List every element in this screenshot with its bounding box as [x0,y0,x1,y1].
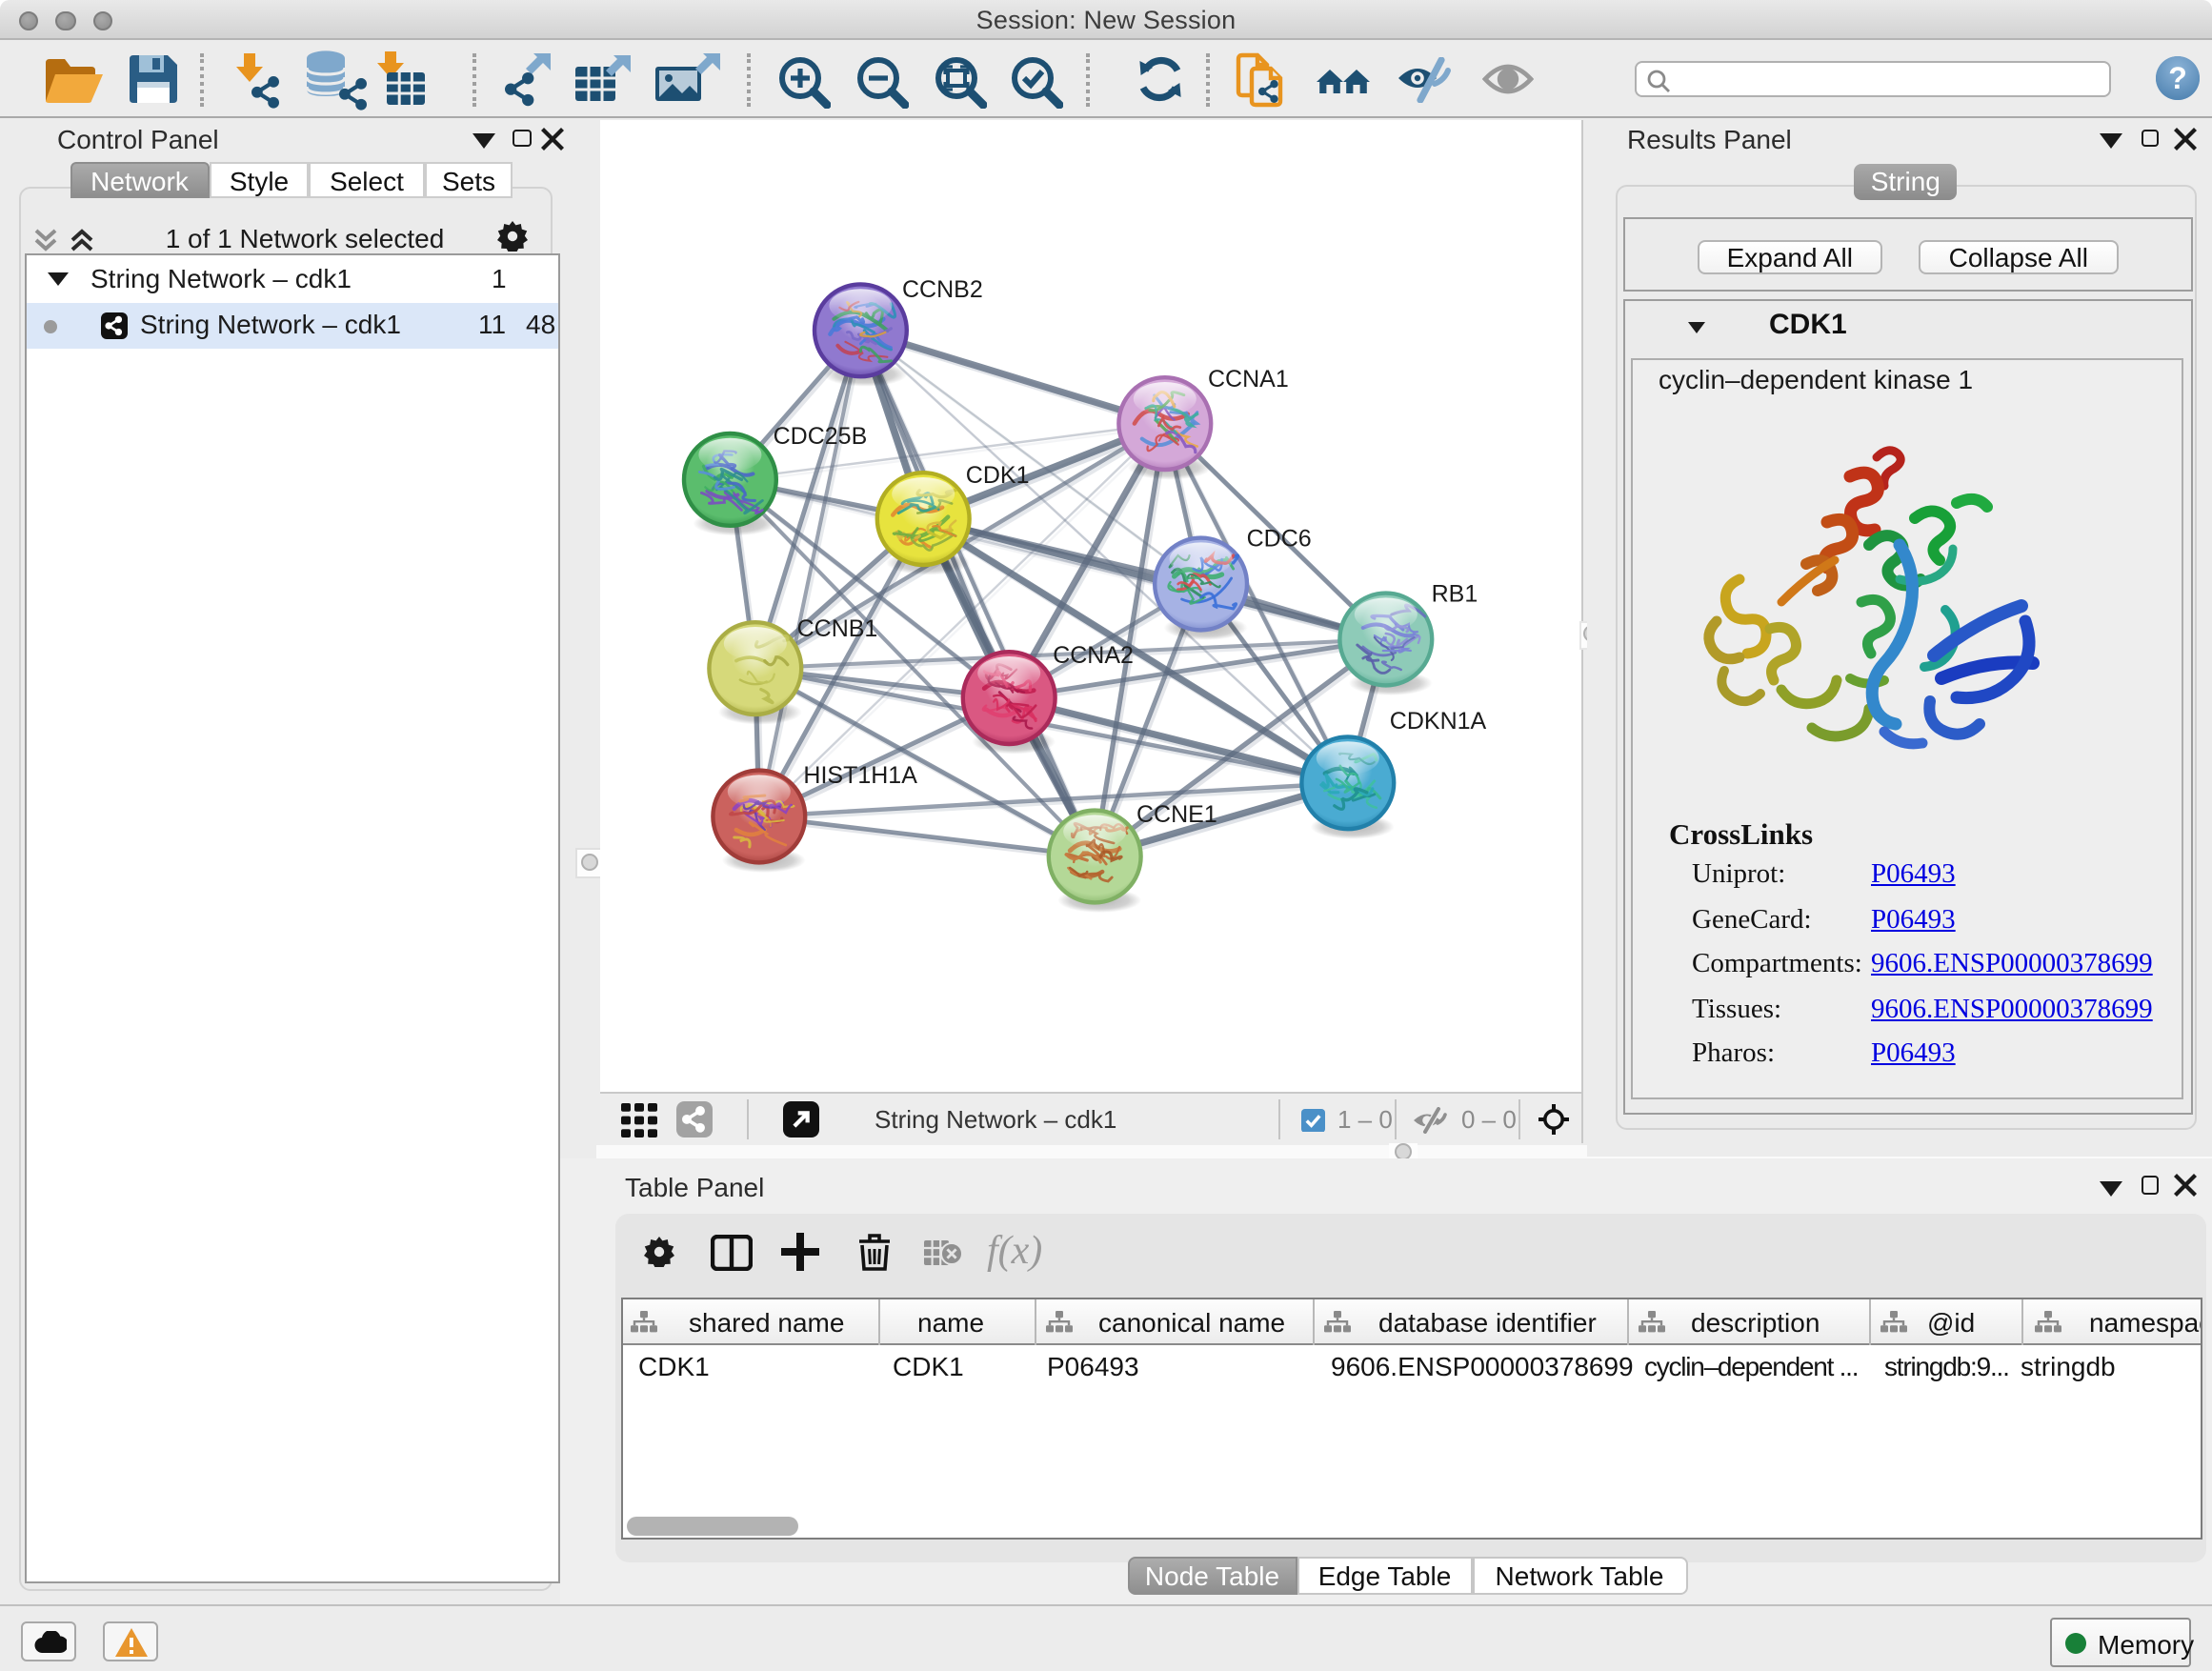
svg-text:HIST1H1A: HIST1H1A [803,762,917,789]
svg-text:CCNB2: CCNB2 [902,276,983,303]
svg-text:CDC25B: CDC25B [774,423,868,450]
svg-text:CDK1: CDK1 [966,462,1030,489]
svg-text:RB1: RB1 [1432,581,1478,608]
svg-text:?: ? [2168,61,2187,95]
svg-text:CCNB1: CCNB1 [797,615,878,642]
svg-text:CDKN1A: CDKN1A [1390,708,1487,735]
svg-text:CDC6: CDC6 [1247,525,1312,552]
svg-text:CCNE1: CCNE1 [1136,801,1217,828]
svg-text:CCNA2: CCNA2 [1053,642,1134,669]
svg-text:CCNA1: CCNA1 [1208,366,1289,393]
